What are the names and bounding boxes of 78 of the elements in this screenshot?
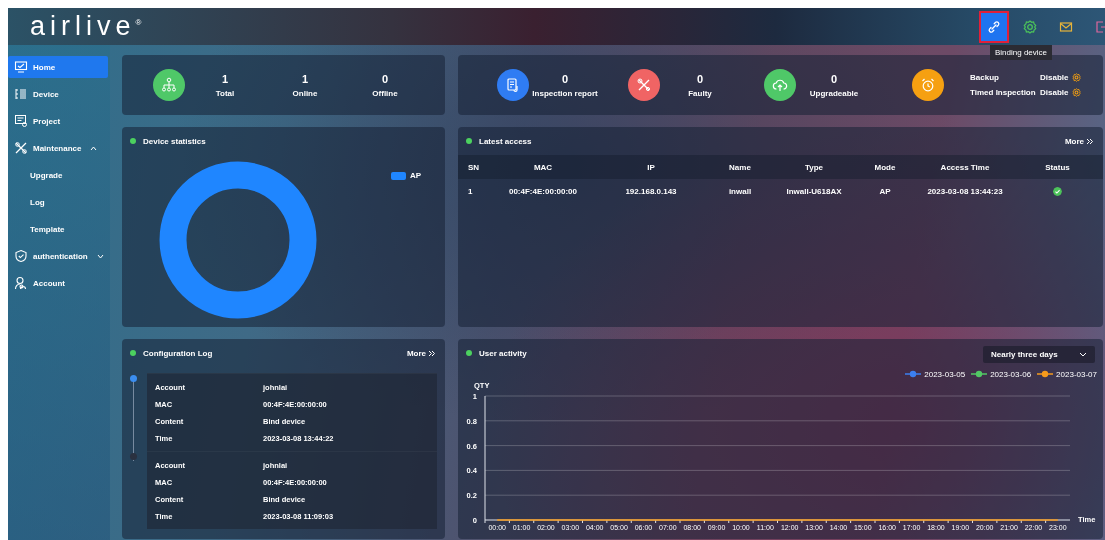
legend-label: AP: [409, 171, 421, 180]
column-header: SN: [458, 155, 488, 179]
tools-icon: [14, 141, 28, 155]
cloud-upload-icon: [772, 77, 788, 93]
table-cell: AP: [852, 179, 918, 203]
table-cell: 192.168.0.143: [598, 179, 704, 203]
legend-swatch-icon: [390, 171, 406, 180]
sidebar-item[interactable]: Device: [8, 83, 108, 105]
sidebar-item[interactable]: authentication: [8, 245, 108, 267]
column-header: Type: [776, 155, 852, 179]
legend-label: 2023-03-05: [924, 369, 966, 379]
schedule-value: Disable: [1040, 73, 1069, 82]
gear-icon[interactable]: [1072, 88, 1082, 97]
panel-title: Device statistics: [143, 136, 206, 146]
schedule-label: Timed Inspection: [970, 88, 1036, 97]
double-chevron-icon: [428, 349, 435, 357]
list-icon: [14, 87, 28, 101]
status-dot-icon: [466, 138, 472, 144]
sidebar-item[interactable]: Account: [8, 272, 108, 294]
count-label: Online: [292, 88, 318, 98]
tooltip: Binding device: [990, 45, 1053, 60]
table-cell: Inwall-U618AX: [776, 179, 852, 203]
sidebar-subitem[interactable]: Log: [8, 191, 108, 213]
status-dot-icon: [466, 350, 472, 356]
user-icon: [14, 276, 28, 290]
count-label: Total: [215, 88, 235, 98]
tools-icon: [636, 77, 652, 93]
table-cell: 1: [458, 179, 488, 203]
stat-value: 0: [830, 72, 838, 85]
stat-label: Inspection report: [532, 88, 598, 98]
sidebar-item[interactable]: Home: [8, 56, 108, 78]
panel-title: User activity: [479, 348, 527, 358]
column-header: IP: [598, 155, 704, 179]
caret-icon: [1079, 352, 1087, 357]
count-value: 1: [301, 72, 309, 85]
report-icon: [505, 77, 521, 93]
stat-value: 0: [696, 72, 704, 85]
column-header: Access Time: [918, 155, 1012, 179]
sidebar-subitem[interactable]: Upgrade: [8, 164, 108, 186]
sidebar-item[interactable]: Project: [8, 110, 108, 132]
status-dot-icon: [130, 138, 136, 144]
sidebar-subitem[interactable]: Template: [8, 218, 108, 240]
double-chevron-icon: [1086, 137, 1093, 145]
range-dropdown[interactable]: Nearly three days: [983, 346, 1095, 363]
table-cell: 2023-03-08 13:44:23: [918, 179, 1012, 203]
panel-title: Latest access: [479, 136, 532, 146]
shield-icon: [14, 249, 28, 263]
sidebar-item[interactable]: Maintenance: [8, 137, 108, 159]
stat-label: Faulty: [688, 88, 712, 98]
schedule-label: Backup: [970, 73, 1000, 82]
count-value: 0: [381, 72, 389, 85]
count-label: Offline: [372, 88, 398, 98]
column-header: Name: [704, 155, 776, 179]
stat-label: Upgradeable: [809, 88, 859, 98]
logo: airlive$^{®}$: [30, 13, 142, 40]
schedule-value: Disable: [1040, 88, 1069, 97]
link-icon: [986, 18, 1002, 35]
column-header: MAC: [488, 155, 598, 179]
gear-icon: [1022, 18, 1038, 35]
legend-label: 2023-03-07: [1056, 369, 1097, 379]
monitor-icon: [14, 60, 28, 74]
legend-label: 2023-03-06: [990, 369, 1032, 379]
document-icon: [14, 114, 28, 128]
table-cell: inwall: [704, 179, 776, 203]
alarm-clock-icon: [920, 77, 936, 93]
more-link[interactable]: More: [1064, 136, 1093, 146]
hierarchy-icon: [161, 77, 177, 93]
link-button[interactable]: [979, 10, 1009, 43]
gear-icon[interactable]: [1072, 73, 1082, 82]
column-header: Status: [1012, 155, 1103, 179]
panel-title: Configuration Log: [143, 348, 213, 358]
stat-value: 0: [561, 72, 569, 85]
count-value: 1: [221, 72, 229, 85]
table-cell: 00:4F:4E:00:00:00: [488, 179, 598, 203]
more-link[interactable]: More: [406, 348, 435, 358]
logout-icon: [1094, 18, 1105, 35]
status-dot-icon: [130, 350, 136, 356]
column-header: Mode: [852, 155, 918, 179]
